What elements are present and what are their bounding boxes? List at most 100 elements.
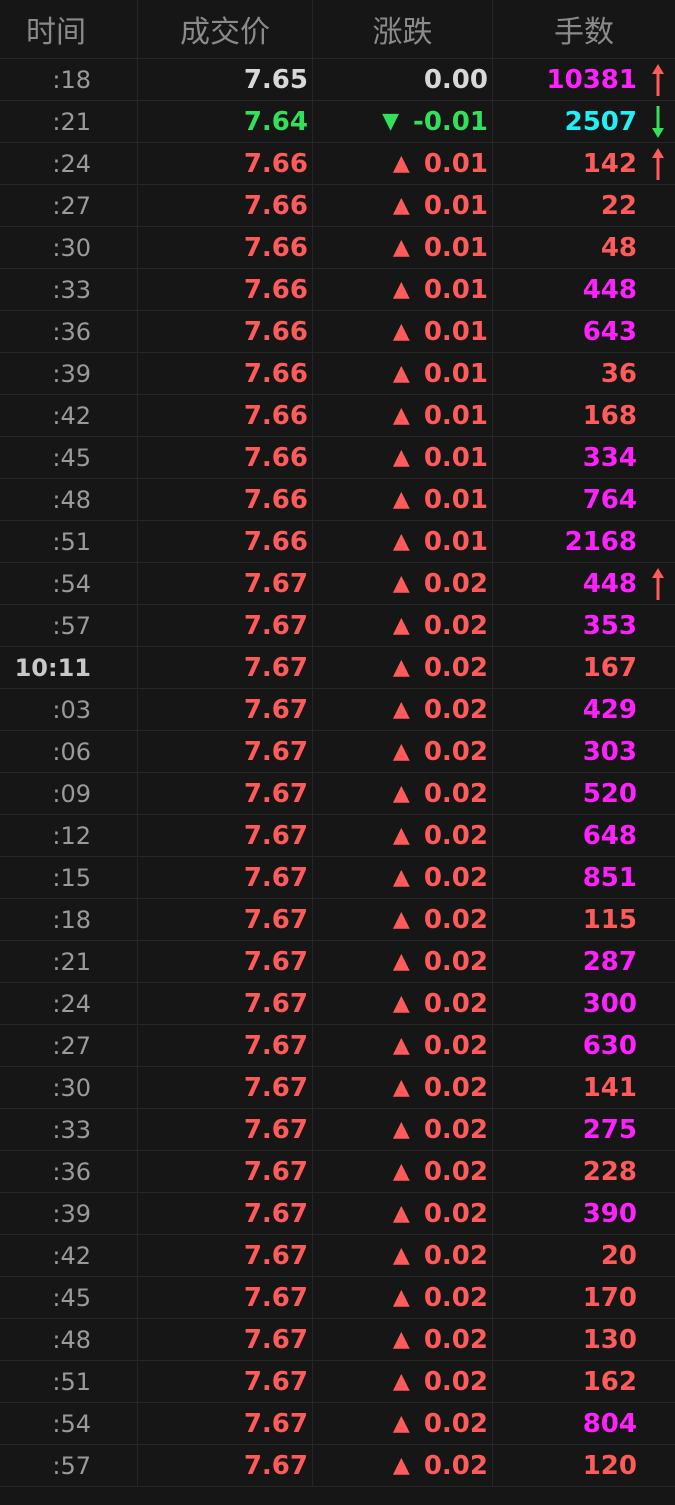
tick-list[interactable]: 时间 成交价 涨跌 手数 :18 7.65 0.00 10381 :21 7.64 ▼ -0.…	[0, 0, 675, 1487]
tick-row[interactable]: :24 7.67 ▲ 0.02 300	[0, 983, 675, 1025]
tick-row[interactable]: 10:11 7.67 ▲ 0.02 167	[0, 647, 675, 689]
tick-row[interactable]: :48 7.66 ▲ 0.01 764	[0, 479, 675, 521]
tick-price: 7.66	[138, 395, 313, 436]
tick-header: 时间 成交价 涨跌 手数	[0, 0, 675, 59]
tick-volume-value: 2168	[564, 526, 637, 557]
tick-change: ▲ 0.02	[313, 1109, 493, 1150]
tick-row[interactable]: :42 7.66 ▲ 0.01 168	[0, 395, 675, 437]
tick-volume: 303	[493, 731, 675, 772]
tick-row[interactable]: :27 7.67 ▲ 0.02 630	[0, 1025, 675, 1067]
tick-row[interactable]: :36 7.67 ▲ 0.02 228	[0, 1151, 675, 1193]
tick-row[interactable]: :09 7.67 ▲ 0.02 520	[0, 773, 675, 815]
tick-volume-value: 141	[582, 1072, 637, 1103]
tick-change: ▲ 0.02	[313, 1235, 493, 1276]
tick-volume: 2507	[493, 101, 675, 142]
tick-volume: 764	[493, 479, 675, 520]
tick-row[interactable]: :33 7.66 ▲ 0.01 448	[0, 269, 675, 311]
tick-row[interactable]: :33 7.67 ▲ 0.02 275	[0, 1109, 675, 1151]
triangle-up-icon: ▲	[392, 907, 410, 932]
tick-price: 7.67	[138, 1319, 313, 1360]
tick-price: 7.66	[138, 521, 313, 562]
tick-row[interactable]: :21 7.67 ▲ 0.02 287	[0, 941, 675, 983]
tick-row[interactable]: :36 7.66 ▲ 0.01 643	[0, 311, 675, 353]
tick-change-value: 0.01	[423, 274, 488, 305]
tick-price: 7.67	[138, 647, 313, 688]
tick-row[interactable]: :15 7.67 ▲ 0.02 851	[0, 857, 675, 899]
triangle-up-icon: ▲	[392, 193, 410, 218]
tick-price: 7.67	[138, 1445, 313, 1486]
tick-row[interactable]: :24 7.66 ▲ 0.01 142	[0, 143, 675, 185]
tick-change-value: 0.02	[423, 694, 488, 725]
tick-time: :18	[0, 899, 138, 940]
tick-change: ▲ 0.01	[313, 353, 493, 394]
tick-row[interactable]: :27 7.66 ▲ 0.01 22	[0, 185, 675, 227]
tick-row[interactable]: :12 7.67 ▲ 0.02 648	[0, 815, 675, 857]
tick-time: :27	[0, 1025, 138, 1066]
tick-time: :36	[0, 311, 138, 352]
tick-volume-value: 764	[582, 484, 637, 515]
tick-row[interactable]: :18 7.67 ▲ 0.02 115	[0, 899, 675, 941]
tick-change: ▲ 0.02	[313, 941, 493, 982]
tick-row[interactable]: :45 7.67 ▲ 0.02 170	[0, 1277, 675, 1319]
tick-row[interactable]: :54 7.67 ▲ 0.02 804	[0, 1403, 675, 1445]
tick-change-value: 0.02	[423, 610, 488, 641]
tick-change-value: 0.02	[423, 946, 488, 977]
triangle-up-icon: ▲	[392, 361, 410, 386]
tick-volume: 168	[493, 395, 675, 436]
tick-row[interactable]: :30 7.66 ▲ 0.01 48	[0, 227, 675, 269]
tick-change: ▲ 0.02	[313, 1361, 493, 1402]
tick-row[interactable]: :42 7.67 ▲ 0.02 20	[0, 1235, 675, 1277]
tick-time: :24	[0, 983, 138, 1024]
tick-change: ▲ 0.02	[313, 1277, 493, 1318]
tick-change: ▲ 0.01	[313, 479, 493, 520]
triangle-up-icon: ▲	[392, 739, 410, 764]
tick-volume: 167	[493, 647, 675, 688]
tick-volume-value: 10381	[546, 64, 637, 95]
tick-volume: 36	[493, 353, 675, 394]
tick-volume-value: 115	[582, 904, 637, 935]
tick-price: 7.65	[138, 59, 313, 100]
triangle-up-icon: ▲	[392, 991, 410, 1016]
tick-price: 7.67	[138, 857, 313, 898]
green-down-arrow-icon	[652, 105, 664, 138]
tick-volume: 851	[493, 857, 675, 898]
tick-price: 7.67	[138, 1403, 313, 1444]
tick-row[interactable]: :51 7.66 ▲ 0.01 2168	[0, 521, 675, 563]
tick-change: ▲ 0.02	[313, 815, 493, 856]
tick-row[interactable]: :57 7.67 ▲ 0.02 353	[0, 605, 675, 647]
tick-row[interactable]: :54 7.67 ▲ 0.02 448	[0, 563, 675, 605]
tick-change-value: 0.02	[423, 1408, 488, 1439]
tick-row[interactable]: :06 7.67 ▲ 0.02 303	[0, 731, 675, 773]
tick-change-value: 0.02	[423, 652, 488, 683]
tick-change-value: 0.02	[423, 1156, 488, 1187]
tick-volume: 2168	[493, 521, 675, 562]
tick-row[interactable]: :18 7.65 0.00 10381	[0, 59, 675, 101]
tick-row[interactable]: :39 7.67 ▲ 0.02 390	[0, 1193, 675, 1235]
tick-row[interactable]: :48 7.67 ▲ 0.02 130	[0, 1319, 675, 1361]
tick-row[interactable]: :39 7.66 ▲ 0.01 36	[0, 353, 675, 395]
tick-change: ▲ 0.01	[313, 437, 493, 478]
tick-price: 7.67	[138, 1193, 313, 1234]
tick-change: 0.00	[313, 59, 493, 100]
tick-row[interactable]: :21 7.64 ▼ -0.01 2507	[0, 101, 675, 143]
tick-change-value: 0.01	[423, 484, 488, 515]
tick-row[interactable]: :30 7.67 ▲ 0.02 141	[0, 1067, 675, 1109]
tick-time: :06	[0, 731, 138, 772]
header-volume: 手数	[554, 15, 614, 50]
tick-time: :42	[0, 395, 138, 436]
tick-time: :30	[0, 1067, 138, 1108]
triangle-up-icon: ▲	[392, 1285, 410, 1310]
tick-volume: 287	[493, 941, 675, 982]
tick-row[interactable]: :57 7.67 ▲ 0.02 120	[0, 1445, 675, 1487]
triangle-up-icon: ▲	[392, 235, 410, 260]
tick-row[interactable]: :03 7.67 ▲ 0.02 429	[0, 689, 675, 731]
tick-row[interactable]: :45 7.66 ▲ 0.01 334	[0, 437, 675, 479]
tick-change-value: 0.02	[423, 1114, 488, 1145]
tick-change-value: 0.01	[423, 232, 488, 263]
tick-change-value: 0.01	[423, 316, 488, 347]
tick-price: 7.67	[138, 689, 313, 730]
tick-row[interactable]: :51 7.67 ▲ 0.02 162	[0, 1361, 675, 1403]
tick-volume: 520	[493, 773, 675, 814]
tick-time: :21	[0, 941, 138, 982]
tick-volume-value: 275	[582, 1114, 637, 1145]
